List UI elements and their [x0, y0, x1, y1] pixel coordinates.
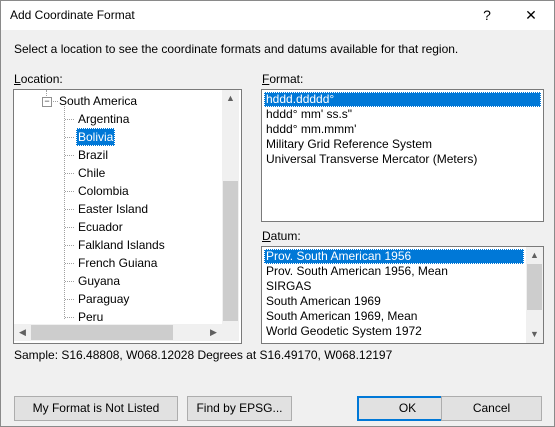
datum-list-item[interactable]: South American 1969: [264, 294, 524, 309]
scroll-thumb[interactable]: [527, 264, 542, 310]
tree-line: [65, 173, 74, 174]
add-coordinate-format-dialog: Add Coordinate Format ? ✕ Select a locat…: [0, 0, 555, 427]
datum-label-rest: atum:: [270, 229, 301, 243]
datum-label: Datum:: [262, 229, 301, 243]
format-list[interactable]: hddd.ddddd° hddd° mm' ss.s" hddd° mm.mmm' M…: [261, 89, 544, 222]
format-label-rest: ormat:: [269, 72, 304, 86]
format-label: Format:: [262, 72, 303, 86]
cancel-button[interactable]: Cancel: [441, 396, 542, 421]
tree-item-falkland-islands[interactable]: Falkland Islands: [76, 236, 167, 254]
tree-item-paraguay[interactable]: Paraguay: [76, 290, 131, 308]
datum-list-item[interactable]: South American 1969, Mean: [264, 309, 524, 324]
tree-line: [65, 227, 74, 228]
tree-line: [65, 245, 74, 246]
help-button[interactable]: ?: [465, 1, 509, 30]
location-vertical-scrollbar[interactable]: ▲: [222, 90, 239, 324]
format-list-item[interactable]: hddd° mm' ss.s": [264, 107, 541, 122]
format-list-item[interactable]: hddd.ddddd°: [264, 92, 541, 107]
scroll-thumb[interactable]: [223, 181, 238, 321]
format-list-item[interactable]: hddd° mm.mmm': [264, 122, 541, 137]
scroll-up-icon[interactable]: ▲: [222, 90, 239, 107]
title-bar: Add Coordinate Format ? ✕: [1, 1, 554, 30]
tree-item-argentina[interactable]: Argentina: [76, 110, 131, 128]
tree-line: [65, 263, 74, 264]
scroll-left-icon[interactable]: ◀: [14, 324, 31, 341]
datum-list-item[interactable]: Prov. South American 1956: [264, 249, 524, 264]
dialog-title: Add Coordinate Format: [10, 8, 135, 22]
datum-label-mnemonic: D: [262, 229, 271, 243]
sample-text: Sample: S16.48808, W068.12028 Degrees at…: [14, 348, 393, 362]
tree-item-colombia[interactable]: Colombia: [76, 182, 131, 200]
tree-item-easter-island[interactable]: Easter Island: [76, 200, 150, 218]
tree-line: [65, 299, 74, 300]
datum-list-item[interactable]: Prov. South American 1956, Mean: [264, 264, 524, 279]
tree-line: [65, 191, 74, 192]
scroll-thumb[interactable]: [31, 325, 173, 340]
format-list-item[interactable]: Universal Transverse Mercator (Meters): [264, 152, 541, 167]
location-horizontal-scrollbar[interactable]: ◀ ▶: [14, 324, 222, 341]
scroll-corner: [222, 324, 239, 341]
datum-list-item[interactable]: SIRGAS: [264, 279, 524, 294]
tree-item-south-america[interactable]: South America: [59, 92, 137, 110]
location-label-mnemonic: L: [14, 72, 21, 86]
tree-item-french-guiana[interactable]: French Guiana: [76, 254, 159, 272]
scroll-right-icon[interactable]: ▶: [205, 324, 222, 341]
tree-item-chile[interactable]: Chile: [76, 164, 107, 182]
tree-line: [65, 137, 74, 138]
tree-line: [65, 209, 74, 210]
location-label: Location:: [14, 72, 63, 86]
find-by-epsg-button[interactable]: Find by EPSG...: [187, 396, 292, 421]
tree-line: [65, 119, 74, 120]
location-label-rest: ocation:: [20, 72, 63, 86]
my-format-not-listed-button[interactable]: My Format is Not Listed: [14, 396, 178, 421]
datum-list-item[interactable]: World Geodetic System 1972: [264, 324, 524, 339]
format-list-item[interactable]: Military Grid Reference System: [264, 137, 541, 152]
tree-item-brazil[interactable]: Brazil: [76, 146, 110, 164]
intro-text: Select a location to see the coordinate …: [14, 42, 459, 56]
scroll-up-icon[interactable]: ▲: [526, 247, 543, 264]
tree-line: [65, 155, 74, 156]
tree-item-guyana[interactable]: Guyana: [76, 272, 122, 290]
tree-item-bolivia[interactable]: Bolivia: [76, 128, 116, 146]
collapse-icon[interactable]: −: [42, 97, 52, 107]
scroll-down-icon[interactable]: ▼: [526, 326, 543, 343]
close-icon[interactable]: ✕: [509, 1, 553, 30]
tree-item-ecuador[interactable]: Ecuador: [76, 218, 125, 236]
datum-vertical-scrollbar[interactable]: ▲ ▼: [526, 247, 543, 343]
tree-line: [51, 101, 58, 102]
tree-line: [65, 317, 74, 318]
tree-line: [65, 281, 74, 282]
datum-list[interactable]: Prov. South American 1956 Prov. South Ame…: [261, 246, 544, 344]
location-tree[interactable]: − South America Argentina Bolivia Brazil Ch…: [13, 89, 242, 344]
